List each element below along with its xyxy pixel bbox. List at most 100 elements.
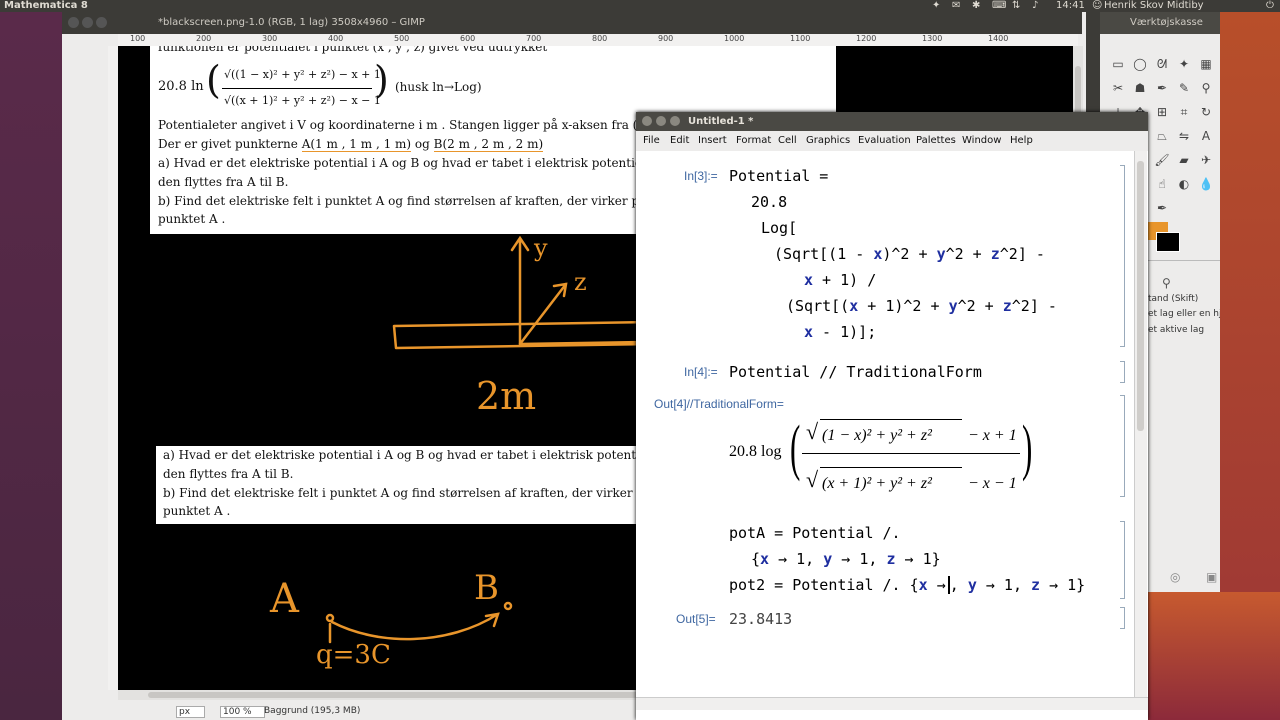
unit-select[interactable]: px [176,706,206,718]
mail-icon[interactable]: ✉ [952,0,960,12]
z-axis-arrow [518,282,568,346]
in3-line-5[interactable]: x + 1) / [804,271,876,289]
box2-line-3: b) Find det elektriske felt i punktet A … [163,486,652,500]
eraser-icon[interactable]: ▰ [1176,152,1192,168]
power-icon[interactable]: ⏻ [1266,0,1274,12]
menu-evaluation[interactable]: Evaluation [858,135,911,146]
color-select-icon[interactable]: ▦ [1198,56,1214,72]
crop-icon[interactable]: ⌗ [1176,104,1192,120]
exercise-text-box-2: a) Hvad er det elektriske potential i A … [156,446,651,524]
point-b-def: B(2 m , 2 m , 2 m) [433,137,544,152]
text-icon[interactable]: A [1198,128,1214,144]
foreground-select-icon[interactable]: ☗ [1132,80,1148,96]
ruler-tick: 400 [328,34,344,43]
rotate-icon[interactable]: ↻ [1198,104,1214,120]
out4-numerator: (1 − x)² + y² + z² [822,427,932,444]
maximize-icon[interactable] [96,17,107,28]
tool-options-icon: ⚲ [1162,276,1171,290]
dodge-icon[interactable]: ◐ [1176,176,1192,192]
maximize-icon[interactable] [670,116,680,126]
network-icon[interactable]: ⇅ [1012,0,1020,12]
reset-icon[interactable]: ◎ [1170,570,1180,584]
bluetooth-icon[interactable]: ✱ [972,0,980,12]
scissors-icon[interactable]: ✂ [1110,80,1126,96]
in3-line-7[interactable]: x - 1)]; [804,323,876,341]
cell-bracket[interactable] [1120,395,1125,497]
perspective-icon[interactable]: ⏢ [1154,128,1170,144]
formula-numerator: √((1 − x)² + y² + z²) − x + 1 [224,68,381,81]
menu-format[interactable]: Format [736,135,771,146]
zoom-icon[interactable]: ⚲ [1198,80,1214,96]
in3-label: In[3]:= [684,169,718,183]
notebook-vscrollbar[interactable] [1134,151,1147,697]
in3-line-3[interactable]: Log[ [761,219,797,237]
notebook-hscrollbar[interactable] [636,697,1148,710]
minimize-icon[interactable] [82,17,93,28]
lasso-icon[interactable]: ᘛ [1154,56,1170,72]
doc-line-4: den flyttes fra A til B. [158,175,289,189]
menu-edit[interactable]: Edit [670,135,689,146]
notebook-menubar: File Edit Insert Format Cell Graphics Ev… [636,131,1148,151]
close-icon[interactable] [642,116,652,126]
clock[interactable]: 14:41 [1056,0,1085,12]
active-app-name: Mathematica 8 [4,0,88,11]
user-name[interactable]: Henrik Skov Midtiby [1104,0,1204,12]
in5-line-1[interactable]: potA = Potential /. [729,524,901,542]
sqrt-bar [820,419,962,420]
box2-line-1: a) Hvad er det elektriske potential i A … [163,448,651,462]
menu-graphics[interactable]: Graphics [806,135,850,146]
close-icon[interactable] [68,17,79,28]
notebook-content: In[3]:= Potential = 20.8 Log[ (Sqrt[(1 -… [636,151,1132,697]
ruler-tick: 800 [592,34,608,43]
sqrt-sign: √ [806,467,819,492]
airbrush-icon[interactable]: ✈ [1198,152,1214,168]
dropbox-icon[interactable]: ✦ [932,0,940,12]
cell-bracket[interactable] [1120,521,1125,599]
paths-icon[interactable]: ✒ [1154,80,1170,96]
fuzzy-select-icon[interactable]: ✦ [1176,56,1192,72]
ink-icon[interactable]: ✒ [1154,200,1170,216]
cell-bracket[interactable] [1120,361,1125,383]
zoom-select[interactable]: 100 % [220,706,265,718]
smudge-icon[interactable]: ☝ [1154,176,1170,192]
doc-line-6: punktet A . [158,212,226,226]
sqrt-bar [820,467,962,468]
formula-note: (husk ln→Log) [395,80,482,94]
charge-label: q=3C [316,640,391,670]
keyboard-icon[interactable]: ⌨ [992,0,1006,12]
rect-select-icon[interactable]: ▭ [1110,56,1126,72]
cell-bracket[interactable] [1120,607,1125,629]
minimize-icon[interactable] [656,116,666,126]
menu-file[interactable]: File [643,135,660,146]
menu-insert[interactable]: Insert [698,135,727,146]
menu-cell[interactable]: Cell [778,135,797,146]
out4-denominator: (x + 1)² + y² + z² [822,475,932,492]
in5-line-3[interactable]: pot2 = Potential /. {x →, y → 1, z → 1} [729,576,1085,594]
flip-icon[interactable]: ⇋ [1176,128,1192,144]
in3-line-1[interactable]: Potential = [729,167,828,185]
background-color-swatch[interactable] [1156,232,1180,252]
ellipse-select-icon[interactable]: ◯ [1132,56,1148,72]
user-icon[interactable]: ☺ [1092,0,1102,12]
out4-fraction-bar [802,453,1020,454]
align-icon[interactable]: ⊞ [1154,104,1170,120]
notebook-title: Untitled-1 * [688,116,754,127]
in3-line-4[interactable]: (Sqrt[(1 - x)^2 + y^2 + z^2] - [774,245,1045,263]
cell-bracket[interactable] [1120,165,1125,347]
volume-icon[interactable]: ♪ [1032,0,1038,12]
menu-help[interactable]: Help [1010,135,1033,146]
in3-line-6[interactable]: (Sqrt[(x + 1)^2 + y^2 + z^2] - [786,297,1057,315]
in5-line-2[interactable]: {x → 1, y → 1, z → 1} [751,550,941,568]
blur-icon[interactable]: 💧 [1198,176,1214,192]
ruler-tick: 900 [658,34,674,43]
gimp-window-title: *blackscreen.png-1.0 (RGB, 1 lag) 3508x4… [158,17,425,28]
rod-length-label: 2m [476,374,537,418]
color-picker-icon[interactable]: ✎ [1176,80,1192,96]
in3-line-2[interactable]: 20.8 [751,193,787,211]
menu-window[interactable]: Window [962,135,1001,146]
notebook-scroll-thumb[interactable] [1137,161,1144,431]
save-options-icon[interactable]: ▣ [1206,570,1217,584]
in4-code[interactable]: Potential // TraditionalForm [729,363,982,381]
menu-palettes[interactable]: Palettes [916,135,956,146]
paintbrush-icon[interactable]: 🖌 [1154,152,1170,168]
